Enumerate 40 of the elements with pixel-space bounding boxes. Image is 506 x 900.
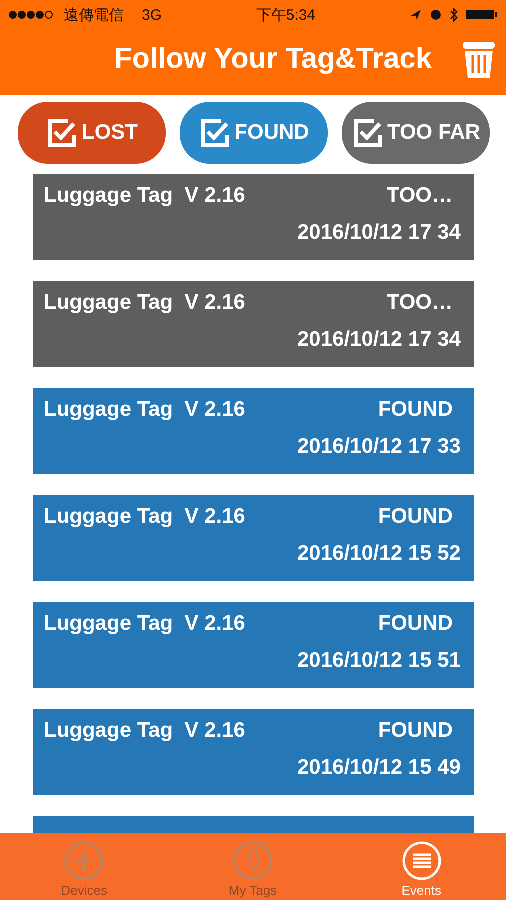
event-status: FOUND — [378, 398, 453, 422]
event-time: 2016/10/12 15 52 — [298, 542, 461, 566]
tag-name: Luggage Tag V 2.16 — [44, 291, 246, 315]
event-status: FOUND — [378, 505, 453, 529]
event-card[interactable]: Luggage Tag V 2.16 FOUND 2016/10/12 15 51 — [33, 602, 474, 688]
tag-icon — [232, 841, 273, 881]
event-status: TOO… — [386, 291, 453, 315]
tag-name: Luggage Tag V 2.16 — [44, 612, 246, 636]
event-time: 2016/10/12 17 34 — [298, 221, 461, 245]
tag-name: Luggage Tag V 2.16 — [44, 505, 246, 529]
filter-toggle[interactable]: FOUND — [180, 102, 328, 164]
event-card[interactable]: Luggage Tag V 2.16 TOO… 2016/10/12 17 34 — [33, 281, 474, 367]
trash-icon[interactable] — [462, 40, 496, 78]
status-time: 下午5:34 — [256, 6, 316, 24]
battery-icon — [466, 10, 498, 20]
filter-toggle[interactable]: LOST — [18, 102, 166, 164]
event-time: 2016/10/12 15 49 — [298, 756, 461, 780]
tag-name: Luggage Tag V 2.16 — [44, 719, 246, 743]
tab-item[interactable]: Events — [362, 833, 482, 900]
signal-icon — [8, 10, 56, 20]
event-status: TOO… — [386, 184, 453, 208]
event-status: FOUND — [378, 719, 453, 743]
event-status: FOUND — [378, 612, 453, 636]
tag-name: Luggage Tag V 2.16 — [44, 398, 246, 422]
app-title: Follow Your Tag&Track — [114, 43, 432, 76]
carrier-name: 遠傳電信 — [64, 6, 124, 24]
tag-name: Luggage Tag V 2.16 — [44, 184, 246, 208]
event-card[interactable]: Luggage Tag V 2.16 TOO… 2016/10/12 17 34 — [33, 174, 474, 260]
event-card[interactable]: Luggage Tag V 2.16 FOUND 2016/10/12 17 33 — [33, 388, 474, 474]
event-time: 2016/10/12 17 33 — [298, 435, 461, 459]
event-time: 2016/10/12 15 51 — [298, 649, 461, 673]
event-time: 2016/10/12 17 34 — [298, 328, 461, 352]
event-card[interactable]: Luggage Tag V 2.16 FOUND 2016/10/12 15 52 — [33, 495, 474, 581]
bluetooth-icon — [450, 8, 458, 22]
list-icon — [402, 841, 442, 881]
location-icon — [410, 9, 422, 21]
network-type: 3G — [142, 6, 162, 24]
filter-toggle[interactable]: TOO FAR — [342, 102, 490, 164]
add-icon — [64, 841, 104, 881]
event-card[interactable]: Luggage Tag V 2.16 FOUND 2016/10/12 15 49 — [33, 709, 474, 795]
